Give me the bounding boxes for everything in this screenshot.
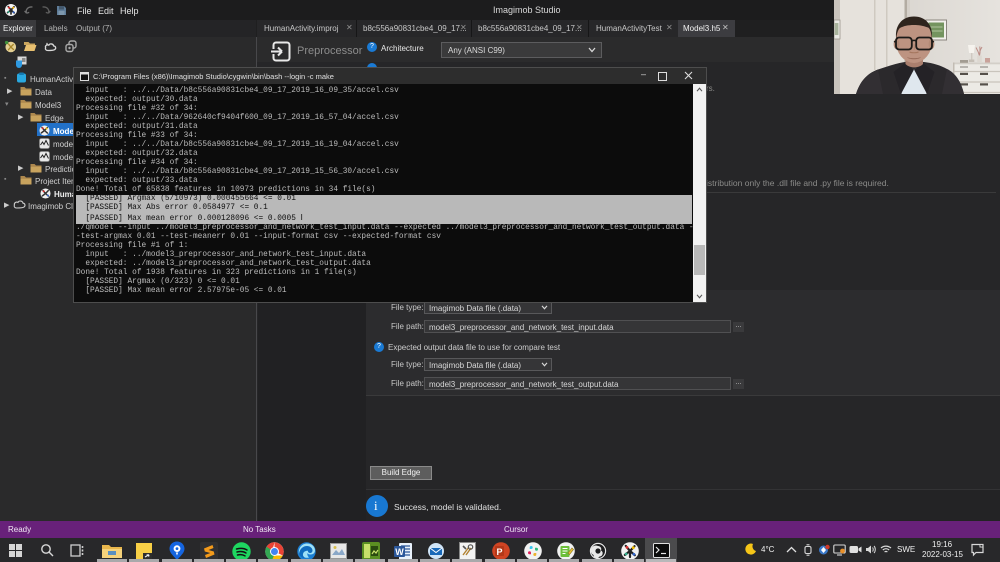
svg-text:W: W <box>395 547 404 557</box>
svg-text:P: P <box>496 547 502 557</box>
